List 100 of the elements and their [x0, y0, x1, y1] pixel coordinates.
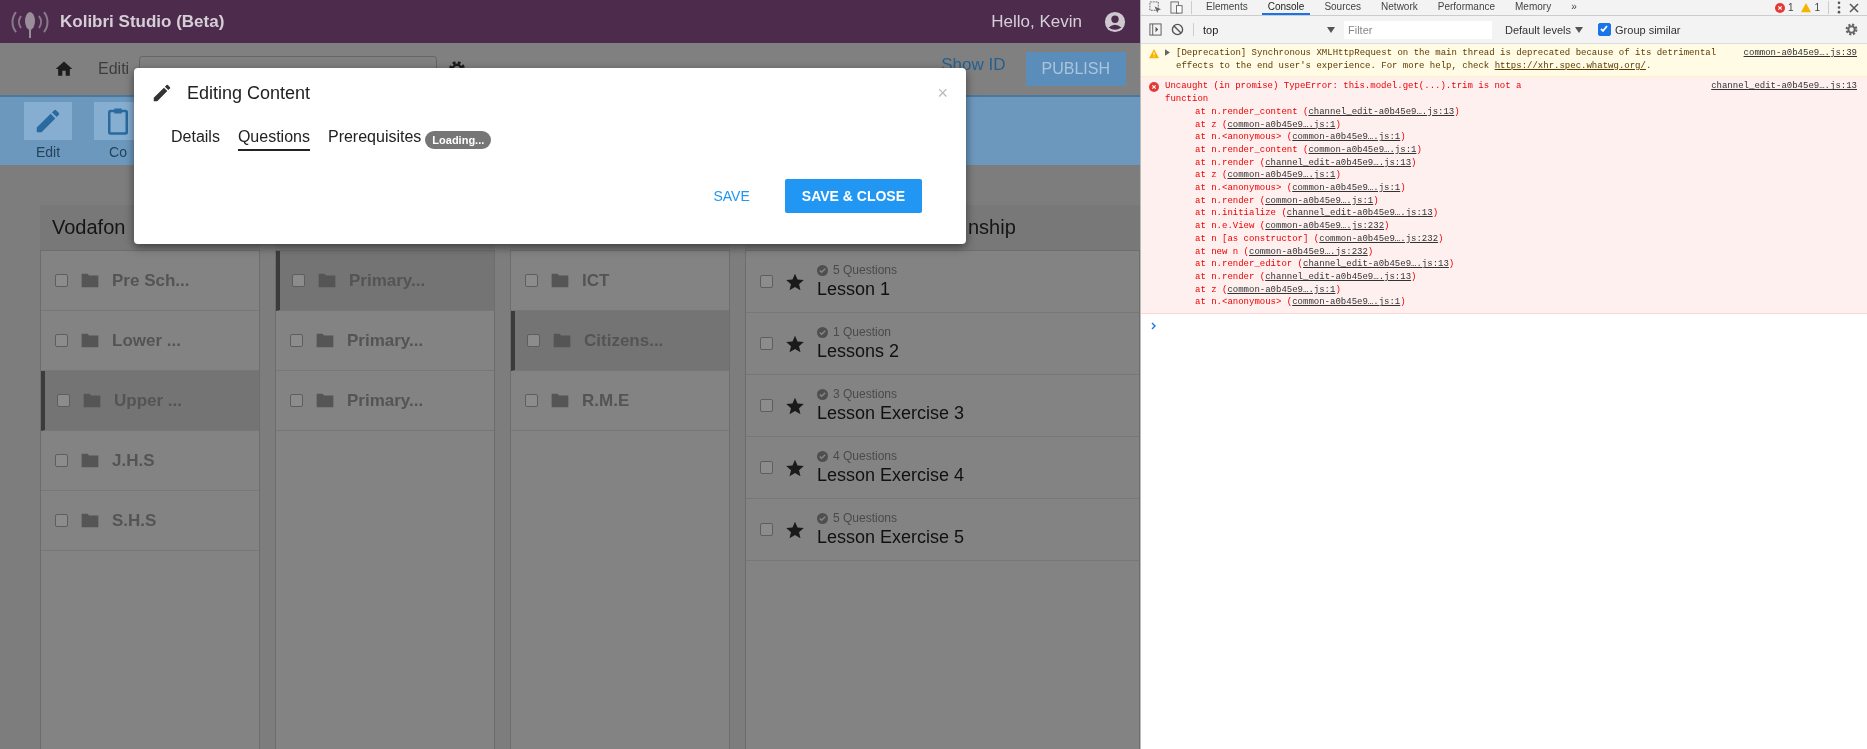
- dialog-tab[interactable]: Details: [171, 128, 220, 151]
- checkbox[interactable]: [760, 461, 773, 474]
- checkbox[interactable]: [525, 274, 538, 287]
- source-link[interactable]: channel_edit-a0b45e9….js:13: [1308, 106, 1455, 117]
- kebab-menu-icon[interactable]: [1837, 1, 1841, 14]
- devtools-tab[interactable]: Sources: [1318, 0, 1368, 15]
- checkbox[interactable]: [290, 394, 303, 407]
- error-icon: [1149, 82, 1159, 93]
- source-link[interactable]: channel_edit-a0b45e9….js:13: [1711, 80, 1857, 94]
- dialog-title: Editing Content: [187, 82, 311, 104]
- expand-icon[interactable]: [1165, 49, 1170, 56]
- home-icon[interactable]: [54, 59, 74, 79]
- stack-frame: at n.e.View (common-a0b45e9….js:232): [1165, 220, 1857, 233]
- checkbox[interactable]: [760, 523, 773, 536]
- source-link[interactable]: common-a0b45e9….js:1: [1227, 119, 1336, 130]
- checkbox[interactable]: [55, 274, 68, 287]
- error-count: 1: [1787, 2, 1794, 13]
- folder-icon: [80, 452, 100, 469]
- source-link[interactable]: channel_edit-a0b45e9….js:13: [1286, 208, 1433, 219]
- question-count: 3 Questions: [833, 387, 898, 401]
- source-link[interactable]: common-a0b45e9….js:232: [1319, 233, 1439, 244]
- source-link[interactable]: channel_edit-a0b45e9….js:13: [1265, 271, 1412, 282]
- source-link[interactable]: common-a0b45e9….js:232: [1265, 221, 1385, 232]
- source-link[interactable]: common-a0b45e9….js:1: [1227, 284, 1336, 295]
- checkbox[interactable]: [290, 334, 303, 347]
- context-select[interactable]: top: [1203, 23, 1318, 36]
- checkbox[interactable]: [527, 334, 540, 347]
- exercise-title: Lesson Exercise 4: [817, 465, 965, 486]
- folder-icon: [80, 512, 100, 529]
- stack-frame: at n.initialize (channel_edit-a0b45e9….js:13): [1165, 207, 1857, 221]
- checkbox[interactable]: [55, 454, 68, 467]
- source-link[interactable]: common-a0b45e9….js:1: [1292, 183, 1401, 194]
- device-icon[interactable]: [1170, 1, 1183, 14]
- column-title: Vodafon: [52, 216, 126, 239]
- pencil-icon: [151, 82, 173, 104]
- devtools-tab[interactable]: Elements: [1200, 0, 1254, 15]
- list-row[interactable]: 3 Questions Lesson Exercise 3: [746, 375, 1139, 437]
- stack-frame: at n [as constructor] (common-a0b45e9….js:232): [1165, 232, 1857, 246]
- folder-icon: [552, 332, 572, 349]
- source-link[interactable]: common-a0b45e9….js:1: [1292, 297, 1401, 308]
- source-link[interactable]: common-a0b45e9….js:232: [1249, 246, 1368, 257]
- edit-button[interactable]: [24, 102, 72, 140]
- stack-frame: at n.render_content (channel_edit-a0b45e9….js:13): [1165, 105, 1857, 119]
- checkbox[interactable]: [55, 334, 68, 347]
- checkbox[interactable]: [292, 274, 305, 287]
- checkbox[interactable]: [55, 514, 68, 527]
- check-circle-icon: [817, 512, 828, 524]
- dialog-tab[interactable]: Questions: [237, 128, 310, 151]
- folder-icon: [80, 272, 100, 289]
- stack-frame: at z (common-a0b45e9….js:1): [1165, 118, 1857, 132]
- stack-frame: at n.<anonymous> (common-a0b45e9….js:1): [1165, 131, 1857, 144]
- inspect-icon[interactable]: [1149, 1, 1162, 14]
- list-row[interactable]: 1 Question Lessons 2: [746, 313, 1139, 375]
- checkbox[interactable]: [760, 275, 773, 288]
- close-icon[interactable]: [1849, 2, 1859, 13]
- folder-icon: [80, 332, 100, 349]
- folder-icon: [315, 332, 335, 349]
- clear-console-icon[interactable]: [1171, 23, 1184, 36]
- checkbox[interactable]: [525, 394, 538, 407]
- settings-icon[interactable]: [1844, 22, 1859, 37]
- source-link[interactable]: channel_edit-a0b45e9….js:13: [1303, 259, 1449, 270]
- source-link[interactable]: common-a0b45e9….js:1: [1308, 144, 1417, 155]
- filter-field[interactable]: Filter: [1344, 20, 1492, 39]
- source-link[interactable]: channel_edit-a0b45e9….js:13: [1265, 157, 1412, 168]
- exercise-title: Lesson Exercise 3: [817, 403, 965, 424]
- source-link[interactable]: common-a0b45e9….js:1: [1227, 170, 1336, 181]
- checkbox[interactable]: [57, 394, 70, 407]
- app-title: Kolibri Studio (Beta): [60, 11, 225, 32]
- folder-icon: [550, 272, 570, 289]
- devtools-tab[interactable]: Performance: [1431, 0, 1501, 15]
- exercise-title: Lessons 2: [817, 341, 900, 362]
- account-icon[interactable]: [1104, 10, 1126, 33]
- checkbox[interactable]: [760, 399, 773, 412]
- list-row[interactable]: 4 Questions Lesson Exercise 4: [746, 437, 1139, 499]
- question-count: 4 Questions: [833, 449, 898, 463]
- editing-label: Editi: [98, 60, 130, 78]
- greeting: Hello, Kevin: [991, 11, 1082, 32]
- sidebar-toggle-icon[interactable]: [1149, 23, 1162, 36]
- list-row[interactable]: 5 Questions Lesson 1: [746, 251, 1139, 313]
- dialog-tab[interactable]: Prerequisites: [327, 128, 422, 151]
- devtools-tab[interactable]: Network: [1375, 0, 1424, 15]
- stack-frame: at new n (common-a0b45e9….js:232): [1165, 245, 1857, 259]
- list-row[interactable]: 5 Questions Lesson Exercise 5: [746, 499, 1139, 561]
- check-circle-icon: [817, 326, 828, 338]
- source-link[interactable]: common-a0b45e9….js:1: [1292, 132, 1401, 143]
- stack-frame: at n.render_content (common-a0b45e9….js:1): [1165, 143, 1857, 157]
- source-link[interactable]: common-a0b45e9….js:1: [1265, 195, 1374, 206]
- source-link[interactable]: common-a0b45e9….js:39: [1743, 47, 1857, 73]
- checkbox[interactable]: [760, 337, 773, 350]
- stack-frame: at n.<anonymous> (common-a0b45e9….js:1): [1165, 182, 1857, 195]
- devtools-tab[interactable]: Memory: [1509, 0, 1558, 15]
- log-levels-select[interactable]: Default levels: [1505, 23, 1572, 36]
- more-tabs-button[interactable]: »: [1565, 0, 1583, 15]
- stack-frame: at n.render (channel_edit-a0b45e9….js:13): [1165, 270, 1857, 284]
- stack-frame: at z (common-a0b45e9….js:1): [1165, 283, 1857, 297]
- warning-count: 1: [1814, 2, 1820, 13]
- help-link[interactable]: https://xhr.spec.whatwg.org/: [1494, 60, 1646, 71]
- dropdown-arrow-icon: [1327, 26, 1335, 33]
- folder-icon: [315, 392, 335, 409]
- checkbox[interactable]: [1598, 23, 1612, 36]
